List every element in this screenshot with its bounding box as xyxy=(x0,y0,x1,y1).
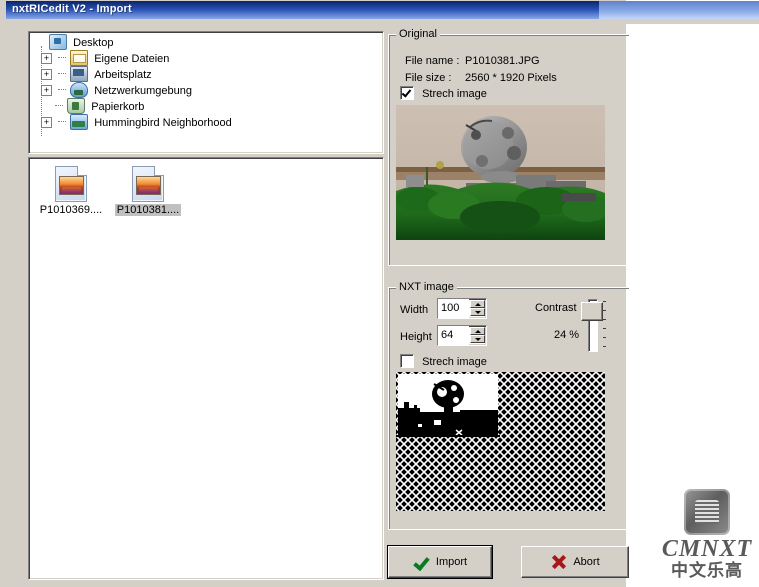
file-name-label: File name : xyxy=(405,55,460,67)
screenshot-root: nxtRICedit V2 - Import Desktop + Eigene … xyxy=(0,0,759,587)
title-bar-inactive-fill xyxy=(599,1,759,19)
height-label: Height xyxy=(400,331,432,343)
tree-node-netzwerkumgebung[interactable]: + Netzwerkumgebung xyxy=(33,82,383,99)
file-size-label: File size : xyxy=(405,72,452,84)
window-title: nxtRICedit V2 - Import xyxy=(12,3,132,15)
nxt-preview-svg xyxy=(396,372,605,511)
file-list-inner: P1010369.... P1010381.... xyxy=(29,158,383,579)
contrast-slider-ticks xyxy=(603,301,607,349)
width-spin-buttons[interactable] xyxy=(470,300,485,317)
caret-up-icon xyxy=(475,330,481,333)
list-item[interactable]: P1010381.... xyxy=(114,166,182,216)
width-decrement-button[interactable] xyxy=(470,308,485,316)
contrast-slider[interactable] xyxy=(581,299,606,352)
recycle-bin-icon xyxy=(67,98,86,115)
file-list[interactable]: P1010369.... P1010381.... xyxy=(28,157,384,580)
width-stepper[interactable]: 100 xyxy=(437,298,487,319)
tree-node-label: Papierkorb xyxy=(91,101,145,114)
tree-node-arbeitsplatz[interactable]: + Arbeitsplatz xyxy=(33,66,383,83)
width-label: Width xyxy=(400,304,429,316)
file-corner-fold xyxy=(77,166,87,176)
tree-node-spacer xyxy=(35,39,46,48)
jpeg-file-icon xyxy=(55,166,87,202)
jpeg-file-icon xyxy=(132,166,164,202)
caret-up-icon xyxy=(475,303,481,306)
tree-dotted-line xyxy=(58,121,67,123)
desktop-icon xyxy=(49,34,68,51)
tree-node-label: Hummingbird Neighborhood xyxy=(94,117,232,130)
expand-plus-icon[interactable]: + xyxy=(41,84,52,96)
original-stretch-checkbox[interactable]: Strech image xyxy=(400,86,487,101)
tree-dotted-line xyxy=(55,105,64,107)
expand-plus-icon[interactable]: + xyxy=(41,116,52,128)
abort-button-label: Abort xyxy=(573,556,600,568)
watermark: CMNXT 中文乐高 xyxy=(659,489,755,581)
original-image-preview xyxy=(396,105,605,240)
tree-dotted-line xyxy=(58,73,67,75)
abort-button[interactable]: Abort xyxy=(521,546,629,578)
checkbox-unchecked-icon[interactable] xyxy=(400,354,414,368)
nxt-stretch-checkbox[interactable]: Strech image xyxy=(400,354,487,369)
file-size-value: 2560 * 1920 Pixels xyxy=(465,72,557,84)
watermark-logo-icon xyxy=(684,489,730,535)
import-button-label: Import xyxy=(435,556,468,568)
folder-tree[interactable]: Desktop + Eigene Dateien + Arbeitsplatz … xyxy=(28,31,384,154)
tree-dotted-line xyxy=(58,89,67,91)
title-bar[interactable]: nxtRICedit V2 - Import xyxy=(6,1,759,19)
expand-plus-icon[interactable]: + xyxy=(41,68,52,80)
hummingbird-icon xyxy=(70,114,89,131)
contrast-value: 24 % xyxy=(554,329,580,341)
list-item-label-selected: P1010381.... xyxy=(114,204,182,216)
nxt-group-title: NXT image xyxy=(396,281,457,293)
height-spin-buttons[interactable] xyxy=(470,327,485,344)
tree-node-label: Arbeitsplatz xyxy=(94,69,152,82)
original-stretch-label: Strech image xyxy=(422,88,487,100)
file-thumbnail xyxy=(136,176,161,195)
tree-node-label: Desktop xyxy=(73,37,114,50)
width-value[interactable]: 100 xyxy=(438,299,469,318)
nxt-stretch-label: Strech image xyxy=(422,356,487,368)
tree-node-eigene-dateien[interactable]: + Eigene Dateien xyxy=(33,50,383,67)
red-x-icon xyxy=(550,554,566,570)
watermark-subtitle: 中文乐高 xyxy=(671,561,743,581)
title-bar-underline xyxy=(6,19,759,24)
width-increment-button[interactable] xyxy=(470,300,485,308)
tree-node-spacer xyxy=(41,103,52,112)
file-name-value: P1010381.JPG xyxy=(465,55,540,67)
network-icon xyxy=(70,82,89,99)
tree-node-hummingbird-neighborhood[interactable]: + Hummingbird Neighborhood xyxy=(33,114,383,131)
height-value[interactable]: 64 xyxy=(438,326,469,345)
contrast-label: Contrast xyxy=(535,302,577,314)
tree-node-desktop[interactable]: Desktop xyxy=(33,34,383,51)
caret-down-icon xyxy=(475,338,481,341)
list-item[interactable]: P1010369.... xyxy=(37,166,105,216)
height-stepper[interactable]: 64 xyxy=(437,325,487,346)
watermark-name: CMNXT xyxy=(661,536,753,562)
tree-node-label: Eigene Dateien xyxy=(94,53,170,66)
green-check-icon xyxy=(413,554,429,570)
nxt-image-preview xyxy=(396,372,605,511)
expand-plus-icon[interactable]: + xyxy=(41,52,52,64)
height-decrement-button[interactable] xyxy=(470,335,485,343)
checkbox-checked-icon[interactable] xyxy=(400,86,414,100)
original-preview-svg xyxy=(396,105,605,240)
my-computer-icon xyxy=(70,66,89,83)
height-increment-button[interactable] xyxy=(470,327,485,335)
list-item-label: P1010369.... xyxy=(39,204,103,216)
tree-dotted-line xyxy=(58,57,67,59)
folder-tree-inner: Desktop + Eigene Dateien + Arbeitsplatz … xyxy=(29,32,383,153)
file-thumbnail xyxy=(59,176,84,195)
tree-node-papierkorb[interactable]: Papierkorb xyxy=(33,98,383,115)
original-group-title: Original xyxy=(396,28,440,40)
caret-down-icon xyxy=(475,311,481,314)
file-corner-fold xyxy=(154,166,164,176)
dialog-left-bevel xyxy=(4,20,6,587)
contrast-slider-thumb[interactable] xyxy=(581,302,603,321)
tree-node-label: Netzwerkumgebung xyxy=(94,85,193,98)
import-button[interactable]: Import xyxy=(387,545,493,579)
folder-icon xyxy=(70,50,89,67)
